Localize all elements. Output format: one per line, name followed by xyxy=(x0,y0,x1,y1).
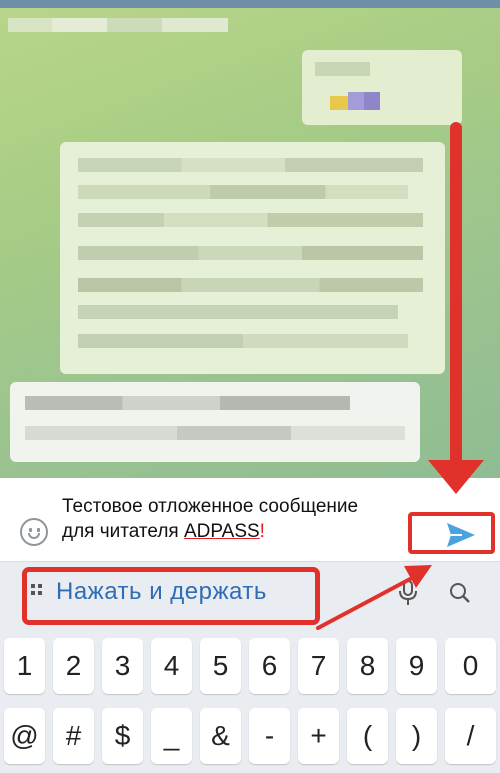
message-input[interactable]: Тестовое отложенное сообщение для читате… xyxy=(62,494,407,544)
blurred-text xyxy=(78,185,408,199)
mic-icon[interactable] xyxy=(398,580,418,606)
message-line2-suffix: ! xyxy=(259,521,265,542)
key-at[interactable]: @ xyxy=(4,708,45,764)
key-5[interactable]: 5 xyxy=(200,638,241,694)
key-0[interactable]: 0 xyxy=(445,638,496,694)
key-slash[interactable]: / xyxy=(445,708,496,764)
key-2[interactable]: 2 xyxy=(53,638,94,694)
key-9[interactable]: 9 xyxy=(396,638,437,694)
key-8[interactable]: 8 xyxy=(347,638,388,694)
blurred-emoji xyxy=(330,96,348,110)
key-1[interactable]: 1 xyxy=(4,638,45,694)
blurred-text xyxy=(25,396,350,410)
blurred-message-bubble xyxy=(10,382,420,462)
keyboard-suggestion[interactable]: Нажать и держать xyxy=(56,578,267,606)
blurred-text xyxy=(8,18,228,32)
key-6[interactable]: 6 xyxy=(249,638,290,694)
key-3[interactable]: 3 xyxy=(102,638,143,694)
key-underscore[interactable]: _ xyxy=(151,708,192,764)
key-plus[interactable]: + xyxy=(298,708,339,764)
key-dollar[interactable]: $ xyxy=(102,708,143,764)
blurred-emoji xyxy=(364,92,380,110)
key-paren-open[interactable]: ( xyxy=(347,708,388,764)
keyboard: Нажать и держать 1 2 3 4 5 6 7 8 9 0 @ #… xyxy=(0,562,500,773)
blurred-emoji xyxy=(348,92,364,110)
key-paren-close[interactable]: ) xyxy=(396,708,437,764)
message-brand: ADPASS xyxy=(183,521,260,542)
message-line2-prefix: для читателя xyxy=(62,521,184,542)
key-ampersand[interactable]: & xyxy=(200,708,241,764)
message-composer: Тестовое отложенное сообщение для читате… xyxy=(0,478,500,562)
key-7[interactable]: 7 xyxy=(298,638,339,694)
blurred-text xyxy=(25,426,405,440)
search-icon[interactable] xyxy=(449,582,471,604)
send-arrow-icon[interactable] xyxy=(446,522,476,548)
blurred-text xyxy=(78,213,423,227)
key-4[interactable]: 4 xyxy=(151,638,192,694)
blurred-text xyxy=(78,246,423,260)
blurred-text xyxy=(315,62,370,76)
blurred-text xyxy=(78,158,423,172)
key-minus[interactable]: - xyxy=(249,708,290,764)
chat-area xyxy=(0,0,500,478)
key-hash[interactable]: # xyxy=(53,708,94,764)
blurred-text xyxy=(78,278,423,292)
blurred-text xyxy=(78,334,408,348)
blurred-text xyxy=(78,305,398,319)
message-line1: Тестовое отложенное сообщение xyxy=(62,496,359,517)
smile-icon[interactable] xyxy=(20,518,48,546)
header-edge xyxy=(0,0,500,8)
